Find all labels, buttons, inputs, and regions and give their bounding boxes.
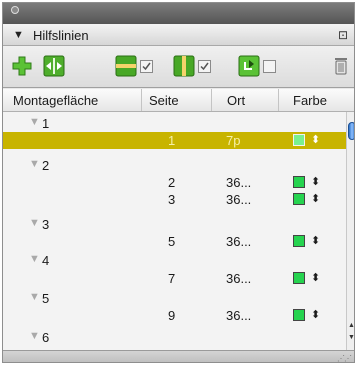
disclosure-triangle-icon[interactable]: ▼ (29, 116, 40, 128)
spread-row[interactable]: ▼ 1 (3, 115, 346, 132)
guide-position[interactable]: 36... (226, 308, 251, 323)
guide-page: 5 (168, 234, 176, 249)
guide-page: 3 (168, 192, 176, 207)
disclosure-triangle-icon[interactable]: ▼ (29, 291, 40, 303)
snap-icon (238, 55, 260, 77)
spread-label: 1 (42, 116, 50, 131)
column-divider (278, 89, 279, 111)
vertical-scrollbar[interactable]: ▲ ▼ (346, 112, 354, 350)
column-divider (141, 89, 142, 111)
trash-icon (335, 58, 347, 75)
guide-row[interactable]: 5 36... ⬍ (3, 233, 346, 250)
spread-label: 2 (42, 158, 50, 173)
column-header-position[interactable]: Ort (227, 93, 245, 108)
panel-menu-icon[interactable]: ⊡ (338, 28, 348, 42)
guide-color-swatch[interactable] (293, 309, 305, 321)
add-guide-button[interactable] (11, 55, 33, 77)
guide-page: 2 (168, 175, 176, 190)
guide-page: 9 (168, 308, 176, 323)
spread-row[interactable]: ▼ 6 (3, 329, 346, 346)
panel-title: Hilfslinien (33, 28, 89, 43)
horizontal-guides-button[interactable] (115, 55, 153, 77)
guide-page: 1 (168, 133, 176, 148)
guides-palette: ▼ Hilfslinien ⊡ Montagefläche Seite Ort … (2, 2, 355, 363)
guide-position[interactable]: 36... (226, 192, 251, 207)
column-header-color[interactable]: Farbe (293, 93, 327, 108)
disclosure-triangle-icon[interactable]: ▼ (29, 253, 40, 265)
snap-guides-button[interactable] (238, 55, 276, 77)
color-stepper-icon[interactable]: ⬍ (311, 133, 320, 146)
column-header-spread[interactable]: Montagefläche (13, 93, 98, 108)
guide-page: 7 (168, 271, 176, 286)
delete-guide-button[interactable] (333, 55, 349, 77)
palette-titlebar[interactable] (3, 3, 354, 24)
vertical-guide-icon (173, 55, 195, 77)
disclosure-triangle-icon[interactable]: ▼ (29, 158, 40, 170)
center-arrows-icon (43, 55, 65, 77)
guide-color-swatch[interactable] (293, 235, 305, 247)
guide-position[interactable]: 36... (226, 234, 251, 249)
color-stepper-icon[interactable]: ⬍ (311, 192, 320, 205)
guide-row[interactable]: 2 36... ⬍ (3, 174, 346, 191)
guide-color-swatch[interactable] (293, 193, 305, 205)
palette-footer: ⋰⋰ (3, 350, 354, 362)
spread-label: 3 (42, 217, 50, 232)
scroll-down-arrow-icon[interactable]: ▼ (348, 334, 354, 341)
spread-row[interactable]: ▼ 3 (3, 216, 346, 233)
horizontal-guide-icon (115, 55, 137, 77)
guides-list: ▼ 1 1 7p ⬍ ▼ 2 2 36... ⬍ 3 36... ⬍ ▼ 3 5… (3, 112, 346, 350)
column-header: Montagefläche Seite Ort Farbe (3, 89, 354, 112)
spread-row[interactable]: ▼ 4 (3, 252, 346, 269)
color-stepper-icon[interactable]: ⬍ (311, 234, 320, 247)
guide-row[interactable]: 3 36... ⬍ (3, 191, 346, 208)
scroll-up-arrow-icon[interactable]: ▲ (348, 322, 354, 329)
close-icon[interactable] (11, 6, 19, 14)
guides-toolbar (3, 46, 354, 88)
scroll-thumb[interactable] (348, 122, 354, 140)
center-guides-button[interactable] (43, 55, 65, 77)
collapse-triangle-icon[interactable]: ▼ (13, 29, 24, 41)
guide-row[interactable]: 9 36... ⬍ (3, 307, 346, 324)
spread-row[interactable]: ▼ 5 (3, 290, 346, 307)
guide-color-swatch[interactable] (293, 272, 305, 284)
guide-color-swatch[interactable] (293, 176, 305, 188)
spread-row[interactable]: ▼ 2 (3, 157, 346, 174)
disclosure-triangle-icon[interactable]: ▼ (29, 217, 40, 229)
checkbox-checked-icon[interactable] (140, 59, 153, 73)
spread-label: 5 (42, 291, 50, 306)
checkbox-unchecked-icon[interactable] (263, 59, 276, 73)
color-stepper-icon[interactable]: ⬍ (311, 308, 320, 321)
panel-tab[interactable]: ▼ Hilfslinien ⊡ (3, 24, 354, 46)
disclosure-triangle-icon[interactable]: ▼ (29, 330, 40, 342)
column-header-page[interactable]: Seite (149, 93, 179, 108)
color-stepper-icon[interactable]: ⬍ (311, 175, 320, 188)
checkbox-checked-icon[interactable] (198, 59, 211, 73)
column-divider (211, 89, 212, 111)
guide-row[interactable]: 7 36... ⬍ (3, 270, 346, 287)
resize-grip-icon[interactable]: ⋰⋰ (337, 354, 352, 362)
guide-position[interactable]: 7p (226, 133, 240, 148)
guide-color-swatch[interactable] (293, 134, 305, 146)
guide-position[interactable]: 36... (226, 175, 251, 190)
spread-label: 4 (42, 253, 50, 268)
vertical-guides-button[interactable] (173, 55, 211, 77)
plus-icon (12, 56, 32, 76)
guide-position[interactable]: 36... (226, 271, 251, 286)
color-stepper-icon[interactable]: ⬍ (311, 271, 320, 284)
spread-label: 6 (42, 330, 50, 345)
guide-row[interactable]: 1 7p ⬍ (3, 132, 346, 149)
